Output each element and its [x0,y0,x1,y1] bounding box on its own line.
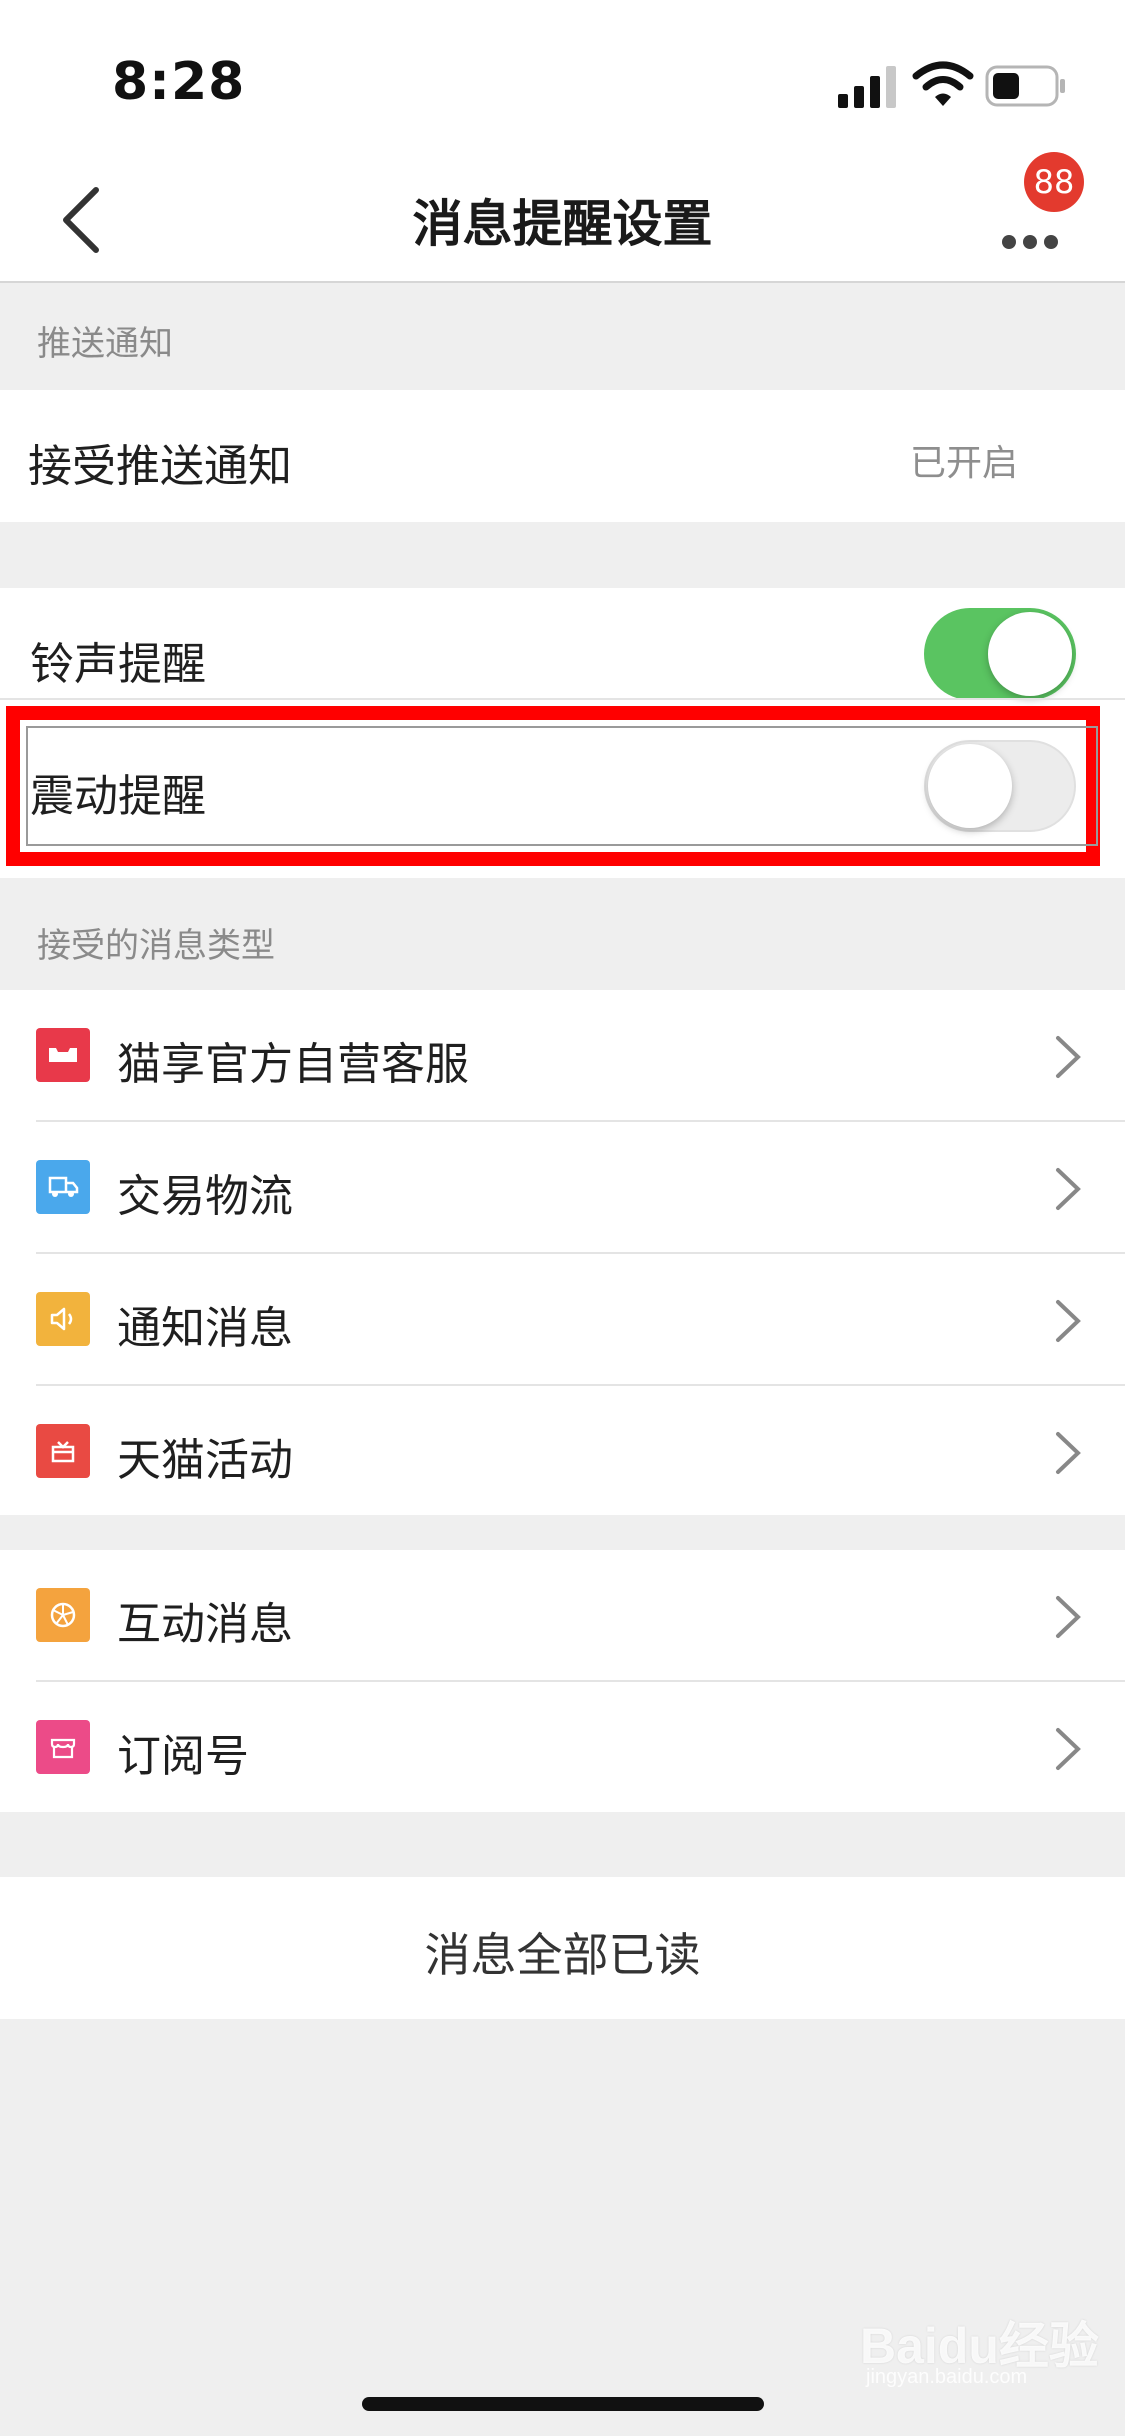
chevron-right-icon [1056,1596,1081,1638]
baidu-watermark: Baidu经验 jingyan.baidu.com [860,2300,1100,2390]
list-item-trade-logistics[interactable]: 交易物流 [0,1122,1125,1252]
notification-badge: 88 [1024,152,1084,212]
list-item-label: 订阅号 [117,1731,249,1782]
toggle-knob [988,612,1072,696]
page-title: 消息提醒设置 [412,195,713,253]
list-item-cat-store-service[interactable]: 猫享官方自营客服 [0,990,1125,1120]
list-item-label: 互动消息 [117,1599,293,1650]
home-indicator[interactable] [362,2397,764,2411]
message-types-group-1: 猫享官方自营客服 交易物流 通知消息 天猫活动 [0,990,1125,1515]
store-icon [36,1028,90,1082]
section-header-types: 接受的消息类型 [37,926,275,966]
aperture-icon [36,1588,90,1642]
speaker-icon [36,1292,90,1346]
status-time: 8:28 [112,52,246,112]
ringtone-label: 铃声提醒 [30,639,206,690]
section-header-push: 推送通知 [37,324,173,364]
nav-bar: 消息提醒设置 [0,150,1125,283]
list-item-label: 天猫活动 [117,1435,293,1486]
back-arrow-icon[interactable] [50,180,120,260]
wifi-icon [912,61,974,106]
chevron-right-icon [1056,1728,1081,1770]
push-notification-row[interactable]: 接受推送通知 已开启 [0,390,1125,522]
shop-icon [36,1720,90,1774]
list-item-label: 猫享官方自营客服 [117,1039,469,1090]
push-notification-status: 已开启 [910,443,1019,484]
list-item-label: 通知消息 [117,1303,293,1354]
status-bar: 8:28 [0,0,1125,150]
message-types-group-2: 互动消息 订阅号 [0,1550,1125,1812]
list-item-tmall-activities[interactable]: 天猫活动 [0,1386,1125,1515]
cellular-signal-icon [838,66,896,108]
truck-icon [36,1160,90,1214]
list-item-notifications[interactable]: 通知消息 [0,1254,1125,1384]
battery-icon [985,65,1065,107]
list-item-interactive-messages[interactable]: 互动消息 [0,1550,1125,1680]
watermark-url: jingyan.baidu.com [866,2366,1028,2388]
list-item-label: 交易物流 [117,1171,293,1222]
chevron-right-icon [1056,1036,1081,1078]
mark-all-read-button[interactable]: 消息全部已读 [0,1877,1125,2019]
chevron-right-icon [1056,1432,1081,1474]
chevron-right-icon [1056,1300,1081,1342]
highlight-inner-box [26,726,1098,846]
gift-icon [36,1424,90,1478]
ringtone-toggle[interactable] [924,608,1076,700]
chevron-right-icon [1056,1168,1081,1210]
list-item-subscriptions[interactable]: 订阅号 [0,1682,1125,1812]
push-notification-label: 接受推送通知 [28,441,292,492]
mark-all-read-label: 消息全部已读 [424,1928,701,1982]
divider [0,698,1125,700]
